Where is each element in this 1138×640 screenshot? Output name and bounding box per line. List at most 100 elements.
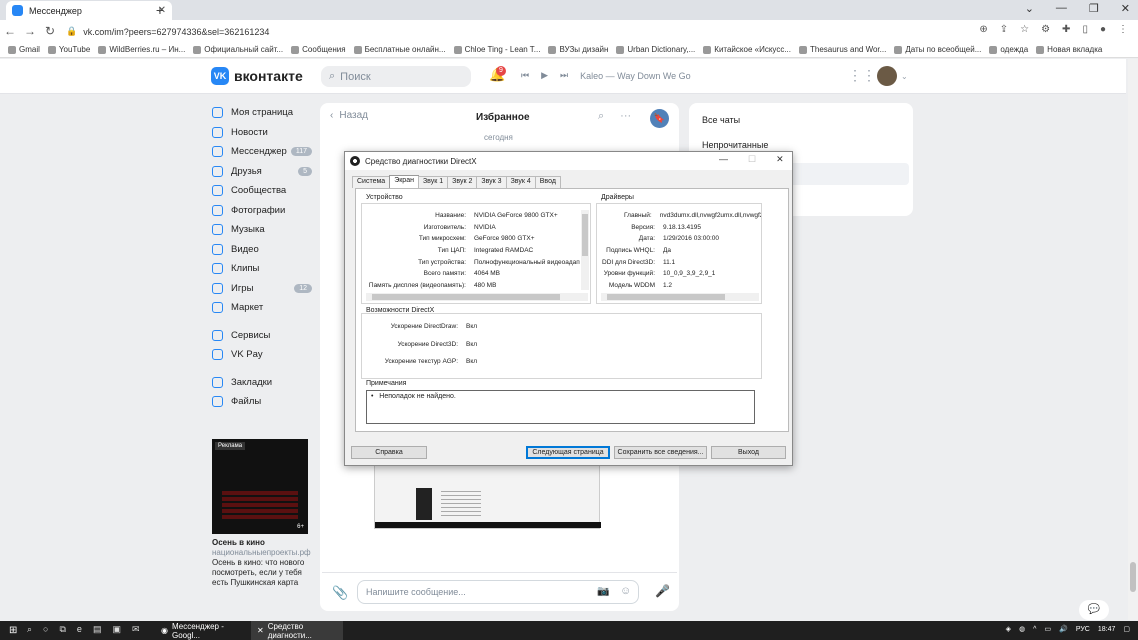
notifications-icon[interactable]: ▢ bbox=[1123, 625, 1130, 633]
sidebar-item[interactable]: Сообщества bbox=[212, 181, 312, 201]
sidebar-item[interactable]: Моя страница bbox=[212, 103, 312, 123]
dxdiag-tab[interactable]: Звук 3 bbox=[476, 176, 507, 188]
device-vscroll[interactable] bbox=[581, 210, 589, 290]
play-icon[interactable]: ▶ bbox=[541, 70, 548, 81]
sidepanel-icon[interactable]: ▯ bbox=[1082, 24, 1088, 35]
paperclip-icon[interactable]: 📎 bbox=[332, 585, 348, 601]
avatar[interactable] bbox=[877, 66, 897, 86]
tray-app-icon[interactable]: ◈ bbox=[1006, 625, 1011, 633]
bookmark-item[interactable]: Chloe Ting - Lean T... bbox=[453, 45, 540, 54]
bookmark-item[interactable]: Сообщения bbox=[291, 45, 346, 54]
sidebar-item[interactable]: Игры 12 bbox=[212, 279, 312, 299]
dxdiag-tab[interactable]: Звук 1 bbox=[417, 176, 449, 188]
ad-text-block[interactable]: Осень в кино национальныепроекты.рф Осен… bbox=[212, 538, 311, 588]
extension-icon[interactable]: ⚙ bbox=[1041, 24, 1050, 35]
reload-icon[interactable]: ↻ bbox=[40, 24, 60, 38]
bookmark-item[interactable]: Даты по всеобщей... bbox=[894, 45, 981, 54]
search-input[interactable]: ⌕ Поиск bbox=[321, 66, 471, 87]
bookmark-item[interactable]: Китайское «Искусс... bbox=[703, 45, 791, 54]
sidebar-item[interactable]: Файлы bbox=[212, 392, 312, 412]
bookmark-item[interactable]: Thesaurus and Wor... bbox=[798, 45, 886, 54]
forward-icon[interactable]: → bbox=[20, 24, 40, 38]
dxdiag-tab[interactable]: Звук 2 bbox=[447, 176, 478, 188]
zoom-icon[interactable]: ⊕ bbox=[979, 24, 987, 35]
minimize-icon[interactable]: — bbox=[1056, 2, 1067, 15]
bookmark-item[interactable]: Urban Dictionary,... bbox=[616, 45, 695, 54]
device-hscroll[interactable] bbox=[366, 293, 588, 301]
vk-tray-icon[interactable]: ◍ bbox=[1019, 625, 1025, 633]
scrollbar-thumb[interactable] bbox=[1130, 562, 1136, 592]
cortana-icon[interactable]: ○ bbox=[43, 624, 48, 635]
chevron-down-icon[interactable]: ⌄ bbox=[901, 72, 908, 81]
restore-icon[interactable]: ❐ bbox=[1089, 2, 1099, 15]
dxdiag-tab[interactable]: Звук 4 bbox=[505, 176, 536, 188]
page-scrollbar[interactable] bbox=[1128, 59, 1138, 620]
chevron-down-icon[interactable]: ⌄ bbox=[1025, 2, 1034, 15]
windows-start-icon[interactable]: ⊞ bbox=[9, 625, 17, 636]
dxdiag-tab[interactable]: Ввод bbox=[534, 176, 561, 188]
dxdiag-tab[interactable]: Экран bbox=[389, 175, 419, 188]
save-all-button[interactable]: Сохранить все сведения... bbox=[614, 446, 707, 459]
folder-icon[interactable]: ▤ bbox=[93, 624, 102, 635]
vk-logo[interactable]: VK вконтакте bbox=[211, 67, 303, 85]
browser-tab[interactable]: Мессенджер ✕ bbox=[6, 1, 172, 20]
store-icon[interactable]: ▣ bbox=[112, 624, 121, 635]
puzzle-icon[interactable]: ✚ bbox=[1062, 24, 1070, 35]
bookmark-item[interactable]: WildBerries.ru – Ин... bbox=[98, 45, 185, 54]
message-image-attachment[interactable] bbox=[374, 465, 601, 529]
scrollbar-thumb[interactable] bbox=[607, 294, 725, 300]
next-track-icon[interactable]: ⏭ bbox=[560, 70, 568, 81]
language-indicator[interactable]: РУС bbox=[1076, 626, 1090, 633]
more-dots-icon[interactable]: ··· bbox=[620, 110, 631, 123]
volume-icon[interactable]: 🔊 bbox=[1059, 625, 1068, 633]
bookmark-item[interactable]: Gmail bbox=[8, 45, 40, 54]
mail-icon[interactable]: ✉ bbox=[132, 624, 140, 635]
bookmark-item[interactable]: YouTube bbox=[47, 45, 90, 54]
help-button[interactable]: Справка bbox=[351, 446, 427, 459]
menu-dots-icon[interactable]: ⋮ bbox=[1118, 24, 1128, 35]
dxdiag-tab[interactable]: Система bbox=[352, 176, 391, 188]
filter-all-chats[interactable]: Все чаты bbox=[702, 115, 740, 125]
star-icon[interactable]: ☆ bbox=[1020, 24, 1029, 35]
track-title[interactable]: Kaleo — Way Down We Go bbox=[580, 71, 691, 81]
sidebar-item[interactable]: Музыка bbox=[212, 220, 312, 240]
bookmark-item[interactable]: Официальный сайт... bbox=[193, 45, 283, 54]
clock[interactable]: 18:47 bbox=[1098, 626, 1116, 633]
close-icon[interactable]: ✕ bbox=[1121, 2, 1130, 15]
edge-icon[interactable]: e bbox=[77, 624, 82, 635]
bookmark-item[interactable]: Бесплатные онлайн... bbox=[353, 45, 446, 54]
sidebar-item[interactable]: Видео bbox=[212, 240, 312, 260]
taskbar-task-dxdiag[interactable]: ✕ Средство диагности... bbox=[251, 621, 343, 640]
sidebar-item[interactable]: VK Pay bbox=[212, 345, 312, 365]
next-page-button[interactable]: Следующая страница bbox=[526, 446, 610, 459]
chevron-up-icon[interactable]: ^ bbox=[1033, 626, 1036, 633]
network-icon[interactable]: ▭ bbox=[1044, 625, 1051, 633]
exit-button[interactable]: Выход bbox=[711, 446, 786, 459]
sidebar-item[interactable]: Новости bbox=[212, 123, 312, 143]
notes-box[interactable]: • Неполадок не найдено. bbox=[366, 390, 755, 424]
filter-unread[interactable]: Непрочитанные bbox=[702, 140, 768, 150]
prev-track-icon[interactable]: ⏮ bbox=[521, 70, 529, 81]
back-icon[interactable]: ← bbox=[0, 24, 20, 38]
bookmark-item[interactable]: одежда bbox=[989, 45, 1028, 54]
ad-image[interactable]: Реклама 6+ bbox=[212, 439, 308, 534]
sidebar-item[interactable]: Клипы bbox=[212, 259, 312, 279]
profile-icon[interactable]: ● bbox=[1100, 24, 1106, 35]
ad-domain[interactable]: национальныепроекты.рф bbox=[212, 548, 311, 558]
microphone-icon[interactable]: 🎤 bbox=[655, 584, 670, 598]
sidebar-item[interactable]: Друзья 5 bbox=[212, 162, 312, 182]
share-icon[interactable]: ⇪ bbox=[1000, 24, 1008, 35]
chat-bubble-icon[interactable]: 💬 bbox=[1079, 600, 1109, 620]
sidebar-item[interactable]: Маркет bbox=[212, 298, 312, 318]
search-icon[interactable]: ⌕ bbox=[598, 110, 604, 123]
scrollbar-thumb[interactable] bbox=[582, 214, 588, 256]
url-field[interactable]: 🔒 vk.com/im?peers=627974336&sel=36216123… bbox=[66, 23, 666, 40]
task-view-icon[interactable]: ⧉ bbox=[59, 624, 65, 635]
bookmark-item[interactable]: ВУЗы дизайн bbox=[548, 45, 608, 54]
new-tab-button[interactable]: + bbox=[152, 2, 168, 18]
sidebar-item[interactable]: Мессенджер 117 bbox=[212, 142, 312, 162]
scrollbar-thumb[interactable] bbox=[372, 294, 560, 300]
sidebar-item[interactable]: Сервисы bbox=[212, 326, 312, 346]
minimize-icon[interactable]: — bbox=[719, 154, 728, 165]
sidebar-item[interactable]: Фотографии bbox=[212, 201, 312, 221]
